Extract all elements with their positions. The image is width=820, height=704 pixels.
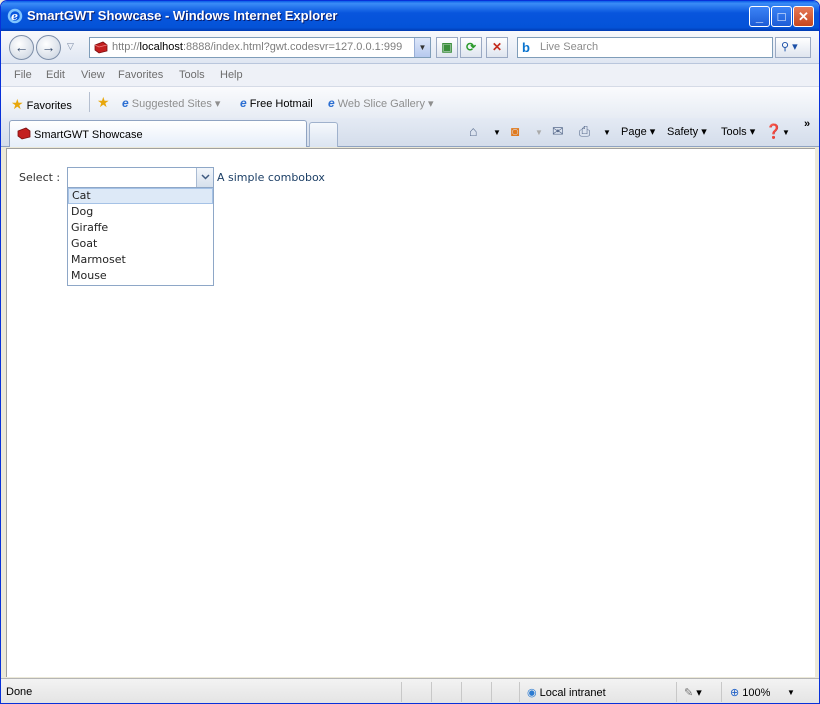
option-mouse[interactable]: Mouse xyxy=(68,268,213,284)
back-arrow-icon: ← xyxy=(14,39,29,55)
browser-window: e SmartGWT Showcase - Windows Internet E… xyxy=(0,0,820,704)
address-toolbar: ← → ▽ http://localhost:8888/index.html?g… xyxy=(1,31,819,64)
back-button[interactable]: ← xyxy=(9,35,34,60)
menu-bar: File Edit View Favorites Tools Help xyxy=(1,64,819,87)
search-button[interactable]: ⚲ ▾ xyxy=(775,37,811,58)
zoom-dropdown[interactable]: ▼ xyxy=(787,688,795,697)
combo-options-list: Cat Dog Giraffe Goat Marmoset Mouse xyxy=(67,187,214,286)
address-input[interactable]: http://localhost:8888/index.html?gwt.cod… xyxy=(89,37,431,58)
menu-favorites[interactable]: Favorites xyxy=(118,69,163,81)
site-icon xyxy=(17,127,31,140)
home-dropdown[interactable]: ▼ xyxy=(493,128,501,137)
menu-tools[interactable]: Tools xyxy=(179,69,205,81)
help-icon[interactable]: ❓ xyxy=(765,123,782,140)
status-divider xyxy=(431,682,432,702)
title-bar: e SmartGWT Showcase - Windows Internet E… xyxy=(1,1,819,31)
menu-edit[interactable]: Edit xyxy=(46,69,65,81)
ie-small-icon: e xyxy=(328,96,335,110)
ie-icon: e xyxy=(7,8,23,24)
close-button[interactable]: ✕ xyxy=(793,6,814,27)
print-dropdown[interactable]: ▼ xyxy=(603,128,611,137)
tools-menu[interactable]: Tools ▾ xyxy=(721,125,755,138)
select-label: Select : xyxy=(19,171,61,184)
refresh-icon: ⟳ xyxy=(465,40,477,54)
status-divider xyxy=(519,682,520,702)
option-dog[interactable]: Dog xyxy=(68,204,213,220)
bing-icon: b xyxy=(522,40,530,55)
add-favorite-button[interactable]: ★ xyxy=(97,94,110,111)
favorites-bar: ★ Favorites ★ e Suggested Sites ▾ e Free… xyxy=(1,87,819,118)
search-input[interactable]: b Live Search xyxy=(517,37,773,58)
stop-icon: ✕ xyxy=(491,40,503,54)
window-title: SmartGWT Showcase - Windows Internet Exp… xyxy=(27,8,338,23)
search-placeholder: Live Search xyxy=(540,41,599,53)
star-icon: ★ xyxy=(11,96,24,112)
refresh-button[interactable]: ⟳ xyxy=(460,37,482,58)
suggested-sites-link[interactable]: e Suggested Sites ▾ xyxy=(122,96,220,110)
minimize-button[interactable]: _ xyxy=(749,6,770,27)
favorites-separator xyxy=(89,92,90,112)
status-divider xyxy=(676,682,677,702)
status-divider xyxy=(721,682,722,702)
protected-mode-indicator[interactable]: ✎ ▾ xyxy=(684,686,702,699)
ie-small-icon: e xyxy=(122,96,129,110)
home-icon[interactable]: ⌂ xyxy=(469,123,477,139)
zoom-icon: ⊕ xyxy=(730,687,740,699)
free-hotmail-link[interactable]: e Free Hotmail xyxy=(240,96,313,110)
combo-dropdown-button[interactable] xyxy=(196,168,213,187)
magnifier-icon: ⚲ xyxy=(781,41,790,53)
url-text: http://localhost:8888/index.html?gwt.cod… xyxy=(112,41,403,53)
status-text: Done xyxy=(6,686,33,698)
tab-row: SmartGWT Showcase ⌂ ▼ ◙ ▼ ✉ ⎙ ▼ Page ▾ S… xyxy=(1,118,819,147)
forward-button[interactable]: → xyxy=(36,35,61,60)
protected-mode-icon: ✎ xyxy=(684,687,694,699)
menu-view[interactable]: View xyxy=(81,69,105,81)
status-bar: Done ◉ Local intranet ✎ ▾ ⊕ 100% ▼ xyxy=(1,678,819,703)
status-divider xyxy=(461,682,462,702)
favorites-button[interactable]: ★ Favorites xyxy=(11,96,72,113)
site-icon xyxy=(94,41,108,54)
page-content: Select : A simple combobox Cat Dog Giraf… xyxy=(6,148,815,677)
option-goat[interactable]: Goat xyxy=(68,236,213,252)
combo-hint: A simple combobox xyxy=(217,171,325,184)
web-slice-gallery-link[interactable]: e Web Slice Gallery ▾ xyxy=(328,96,434,110)
status-divider xyxy=(401,682,402,702)
svg-text:e: e xyxy=(11,10,18,23)
compatibility-view-button[interactable]: ▣ xyxy=(436,37,458,58)
safety-menu[interactable]: Safety ▾ xyxy=(667,125,707,138)
help-dropdown[interactable]: ▼ xyxy=(782,128,790,137)
menu-file[interactable]: File xyxy=(14,69,32,81)
address-dropdown-button[interactable]: ▼ xyxy=(414,38,430,57)
animal-combobox[interactable] xyxy=(67,167,214,188)
option-giraffe[interactable]: Giraffe xyxy=(68,220,213,236)
option-marmoset[interactable]: Marmoset xyxy=(68,252,213,268)
status-divider xyxy=(491,682,492,702)
rss-icon[interactable]: ◙ xyxy=(511,123,519,139)
zoom-control[interactable]: ⊕ 100% xyxy=(730,686,770,699)
chevron-down-icon xyxy=(201,174,210,180)
chevron-more-icon[interactable]: » xyxy=(804,118,810,130)
feeds-dropdown[interactable]: ▼ xyxy=(535,128,543,137)
forward-arrow-icon: → xyxy=(41,39,56,55)
stop-button[interactable]: ✕ xyxy=(486,37,508,58)
page-menu[interactable]: Page ▾ xyxy=(621,125,655,138)
printer-icon[interactable]: ⎙ xyxy=(579,123,590,140)
tab-smartgwt-showcase[interactable]: SmartGWT Showcase xyxy=(9,120,307,147)
ie-small-icon: e xyxy=(240,96,247,110)
globe-icon: ◉ xyxy=(527,687,537,699)
recent-pages-dropdown[interactable]: ▽ xyxy=(67,41,74,52)
add-favorite-icon: ★ xyxy=(97,94,110,110)
tab-label: SmartGWT Showcase xyxy=(34,129,143,141)
compat-icon: ▣ xyxy=(441,40,453,54)
security-zone[interactable]: ◉ Local intranet xyxy=(527,686,606,699)
option-cat[interactable]: Cat xyxy=(68,188,213,204)
maximize-button[interactable]: □ xyxy=(771,6,792,27)
mail-icon[interactable]: ✉ xyxy=(552,123,564,140)
new-tab-button[interactable] xyxy=(309,122,338,147)
menu-help[interactable]: Help xyxy=(220,69,243,81)
